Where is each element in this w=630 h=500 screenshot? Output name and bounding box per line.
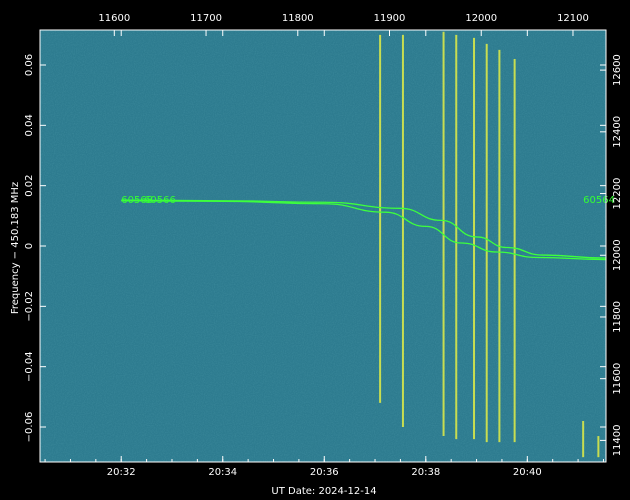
y-axis-label: Frequency − 450.183 MHz — [10, 182, 21, 314]
top-tick-label: 12100 — [557, 13, 589, 24]
x-tick-label: 20:32 — [107, 467, 136, 478]
top-tick-label: 12000 — [465, 13, 497, 24]
y-tick-label: 0.02 — [24, 175, 35, 197]
right-tick-label: 12200 — [612, 178, 623, 210]
x-axis-label: UT Date: 2024-12-14 — [271, 486, 376, 497]
waterfall-chart: 6056860566 60564 20:32 20:34 20:36 20:38 20:4… — [10, 13, 623, 497]
series-label: 60566 — [144, 195, 176, 206]
right-tick-label: 12600 — [612, 54, 623, 86]
x-tick-label: 20:34 — [208, 467, 237, 478]
x-tick-label: 20:38 — [411, 467, 440, 478]
y-tick-label: 0.04 — [24, 114, 35, 136]
y-tick-label: 0.06 — [24, 54, 35, 76]
right-tick-label: 12400 — [612, 116, 623, 148]
top-tick-label: 11700 — [190, 13, 222, 24]
x-tick-label: 20:36 — [310, 467, 339, 478]
top-tick-label: 11900 — [374, 13, 406, 24]
y-tick-label: 0 — [24, 243, 35, 249]
right-tick-label: 12000 — [612, 239, 623, 271]
noise-texture — [40, 30, 606, 462]
right-tick-label: 11600 — [612, 363, 623, 395]
top-tick-label: 11600 — [98, 13, 130, 24]
y-tick-label: −0.02 — [24, 291, 35, 322]
y-tick-label: −0.04 — [24, 351, 35, 382]
right-tick-label: 11800 — [612, 301, 623, 333]
y-tick-label: −0.06 — [24, 412, 35, 443]
right-tick-label: 11400 — [612, 424, 623, 456]
top-tick-label: 11800 — [282, 13, 314, 24]
x-tick-label: 20:40 — [513, 467, 542, 478]
series-label: 60564 — [583, 195, 615, 206]
